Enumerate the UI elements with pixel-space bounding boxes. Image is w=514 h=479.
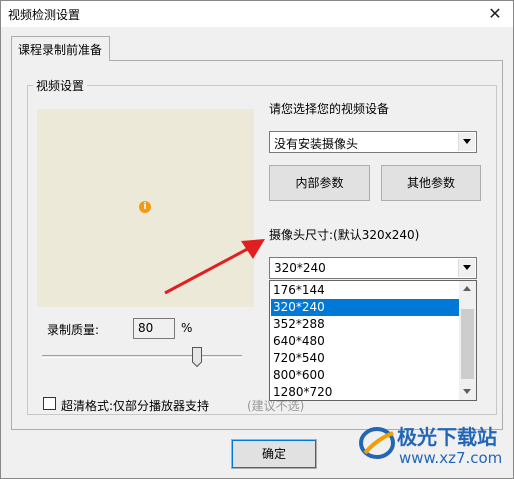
size-select[interactable]: 320*240 [269,257,477,279]
watermark-logo: 极光下载站 www.xz7.com [353,419,513,477]
dialog-window: 视频检测设置 ✕ 课程录制前准备 视频设置 i 请您选择您的视频设备 没有安装摄… [0,0,514,479]
device-select-value: 没有安装摄像头 [274,137,359,151]
other-params-button[interactable]: 其他参数 [381,165,481,201]
quality-unit: % [181,321,193,335]
list-item[interactable]: 720*540 [271,350,459,367]
window-title: 视频检测设置 [8,8,81,22]
scrollbar-thumb[interactable] [461,309,474,379]
internal-params-button[interactable]: 内部参数 [269,165,370,201]
quality-slider-thumb[interactable] [192,347,202,367]
quality-input[interactable]: 80 [133,318,175,339]
chevron-down-icon[interactable] [458,259,475,277]
scroll-up-icon [463,286,471,291]
size-select-value: 320*240 [274,261,326,275]
close-icon[interactable]: ✕ [485,4,505,24]
annotation-arrow-icon [164,239,265,295]
size-dropdown-list[interactable]: 176*144 320*240 352*288 640*480 720*540 … [269,280,477,401]
title-bar: 视频检测设置 ✕ [1,1,513,27]
hd-format-checkbox[interactable] [43,397,56,410]
camera-size-label: 摄像头尺寸:(默认320x240) [269,228,420,242]
tab-label: 课程录制前准备 [18,43,103,57]
quality-slider-track[interactable] [42,355,242,358]
hd-format-label: 超清格式:仅部分播放器支持 [61,399,210,413]
device-select[interactable]: 没有安装摄像头 [269,131,477,153]
info-icon: i [139,201,151,213]
list-item-selected[interactable]: 320*240 [271,299,459,316]
list-item[interactable]: 800*600 [271,367,459,384]
quality-label: 录制质量: [47,323,100,337]
ok-button[interactable]: 确定 [231,439,317,469]
chevron-down-icon[interactable] [458,133,475,151]
list-item[interactable]: 176*144 [271,282,459,299]
dropdown-scrollbar[interactable] [459,281,476,400]
list-item[interactable]: 1280*720 [271,384,459,401]
watermark-url: www.xz7.com [399,449,503,467]
quality-value: 80 [138,321,154,335]
scroll-down-icon [463,389,471,394]
group-label: 视频设置 [33,77,88,94]
list-item[interactable]: 640*480 [271,333,459,350]
tab-course-prep[interactable]: 课程录制前准备 [11,36,110,61]
logo-icon [359,427,395,459]
device-prompt: 请您选择您的视频设备 [269,102,390,116]
watermark-brand: 极光下载站 [397,425,497,449]
list-item[interactable]: 352*288 [271,316,459,333]
